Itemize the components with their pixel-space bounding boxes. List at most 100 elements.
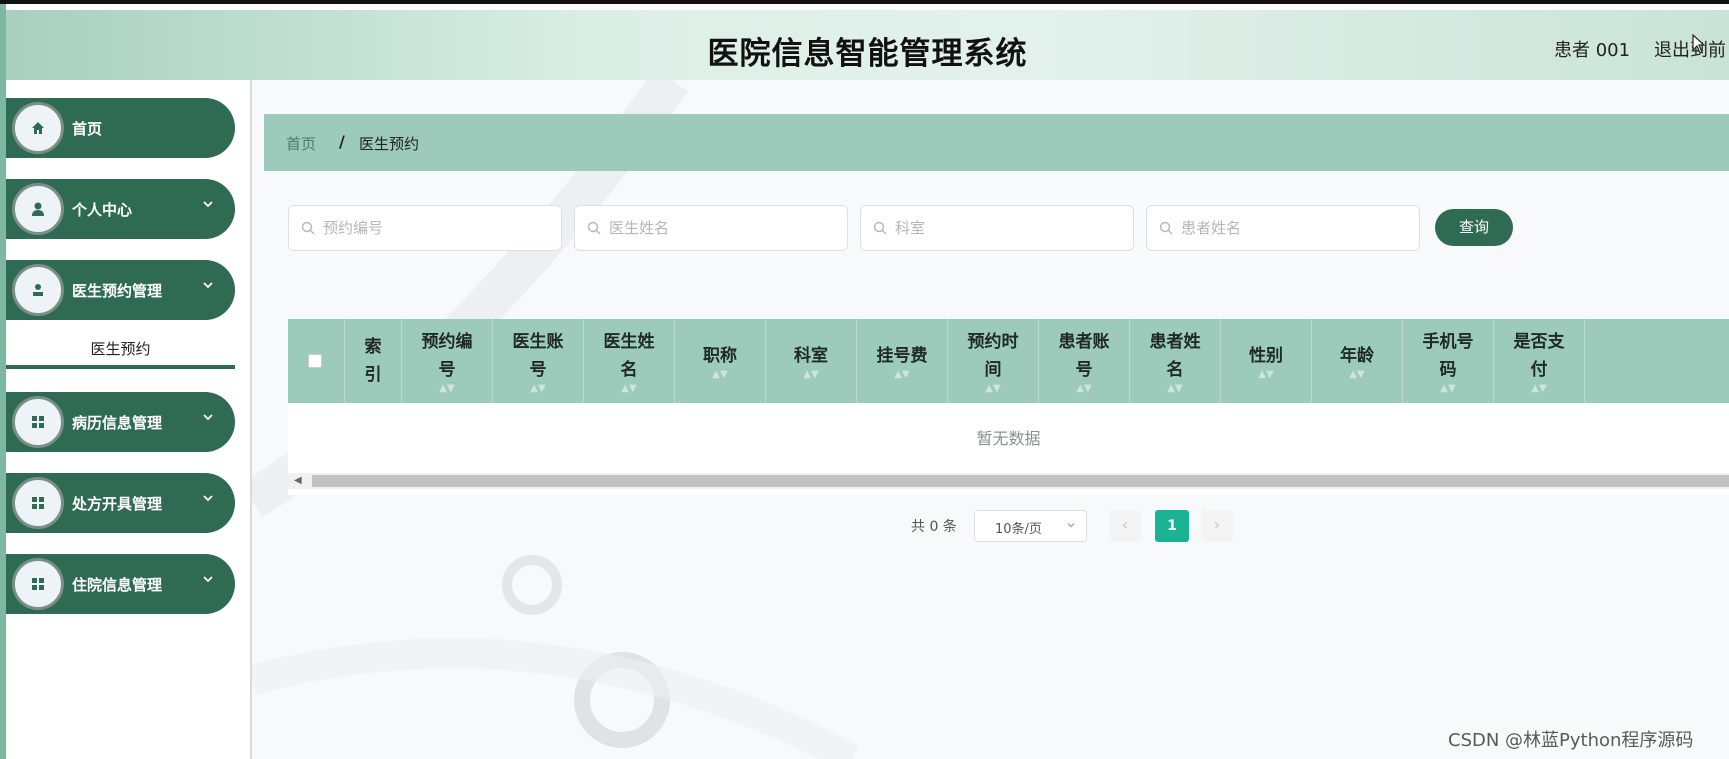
app-title: 医院信息智能管理系统 [707,36,1028,72]
breadcrumb-separator: / [339,132,345,151]
logout-link[interactable]: 退出到前 [1654,36,1726,62]
column-header-label: 科室 [794,346,828,366]
select-all-column [288,319,345,403]
sidebar-item-label: 处方开具管理 [72,495,163,513]
column-header-appointment-time[interactable]: 预约时间 ▲▼ [948,319,1039,403]
sidebar-item-prescription-management[interactable]: 处方开具管理 [6,473,235,533]
sidebar-item-label: 病历信息管理 [72,414,163,432]
sort-icon: ▲▼ [712,369,728,380]
doctor-name-search-field[interactable] [574,205,848,251]
next-page-button[interactable]: › [1201,510,1233,542]
column-header-appointment-number[interactable]: 预约编号 ▲▼ [402,319,493,403]
column-header-label: 性别 [1249,346,1283,366]
search-icon [301,221,315,235]
appointment-table: 索引 预约编号 ▲▼ 医生账号 ▲▼ 医生姓名 ▲▼ 职称 ▲▼ 科室 ▲▼ 挂… [288,319,1729,495]
column-header-doctor-account[interactable]: 医生账号 ▲▼ [493,319,584,403]
column-header-label: 预约编号 [421,332,473,380]
column-header-title[interactable]: 职称 ▲▼ [675,319,766,403]
current-user-label: 患者 001 [1554,40,1631,61]
grid-icon [12,558,64,610]
sidebar-subitem-doctor-appointment[interactable]: 医生预约 [6,328,235,368]
sidebar-item-personal-center[interactable]: 个人中心 [6,179,235,239]
appointment-number-input[interactable] [323,216,543,240]
column-header-label: 医生姓名 [603,332,655,380]
column-header-label: 医生账号 [512,332,564,380]
column-header-label: 患者姓名 [1149,332,1201,380]
sidebar-item-home[interactable]: 首页 [6,98,235,158]
column-header-payment-status[interactable]: 是否支付 ▲▼ [1494,319,1585,403]
prev-page-button[interactable]: ‹ [1109,510,1141,542]
appointment-number-search-field[interactable] [288,205,562,251]
pagination-total: 共 0 条 [911,519,957,535]
active-submenu-indicator [6,365,235,369]
column-header-label: 挂号费 [876,346,928,366]
mouse-cursor-icon [1692,34,1706,54]
department-input[interactable] [895,216,1115,240]
sort-icon: ▲▼ [621,383,637,394]
main-content: 首页 / 医生预约 查询 索引 预约编号 ▲▼ [252,80,1729,759]
column-header-phone-number[interactable]: 手机号码 ▲▼ [1403,319,1494,403]
sidebar-item-doctor-appointment-management[interactable]: 医生预约管理 [6,260,235,320]
sidebar-item-label: 个人中心 [72,201,133,219]
sort-icon: ▲▼ [1258,369,1274,380]
select-all-checkbox[interactable] [308,354,322,368]
app-header: 医院信息智能管理系统 患者 001 退出到前 [6,10,1729,80]
patient-name-search-field[interactable] [1146,205,1420,251]
sort-icon: ▲▼ [530,383,546,394]
query-button[interactable]: 查询 [1435,209,1513,246]
table-horizontal-scrollbar[interactable]: ◀ [288,473,1729,489]
column-header-index: 索引 [345,319,402,403]
search-icon [873,221,887,235]
sidebar-item-label: 住院信息管理 [72,576,163,594]
column-header-label: 患者账号 [1058,332,1110,380]
column-header-label: 索引 [364,337,382,385]
grid-icon [12,396,64,448]
column-header-patient-name[interactable]: 患者姓名 ▲▼ [1130,319,1221,403]
column-header-gender[interactable]: 性别 ▲▼ [1221,319,1312,403]
page-number-button[interactable]: 1 [1155,510,1189,542]
scroll-left-icon[interactable]: ◀ [294,475,302,486]
home-icon [12,102,64,154]
breadcrumb-home-link[interactable]: 首页 [286,133,316,154]
page-size-value: 10条/页 [995,522,1042,537]
column-header-patient-account[interactable]: 患者账号 ▲▼ [1039,319,1130,403]
page-size-select[interactable]: 10条/页 [974,510,1087,542]
table-empty-message: 暂无数据 [976,429,1041,448]
chevron-down-icon [203,201,213,208]
sidebar: 首页 个人中心 医生预约管理 医生预约 病历信息管理 处方开具管理 住院信息管理 [6,80,252,759]
column-header-registration-fee[interactable]: 挂号费 ▲▼ [857,319,948,403]
column-header-age[interactable]: 年龄 ▲▼ [1312,319,1403,403]
breadcrumb-current: 医生预约 [359,135,420,153]
column-header-doctor-name[interactable]: 医生姓名 ▲▼ [584,319,675,403]
sort-icon: ▲▼ [1076,383,1092,394]
scrollbar-thumb[interactable] [312,475,1729,487]
sort-icon: ▲▼ [803,369,819,380]
sort-icon: ▲▼ [894,369,910,380]
window-top-edge [0,0,1729,4]
patient-name-input[interactable] [1181,216,1401,240]
sidebar-item-hospitalization-management[interactable]: 住院信息管理 [6,554,235,614]
column-header-label: 预约时间 [967,332,1019,380]
breadcrumb: 首页 / 医生预约 [264,114,1729,171]
column-header-label: 是否支付 [1513,332,1565,380]
sidebar-item-medical-records-management[interactable]: 病历信息管理 [6,392,235,452]
chevron-down-icon [1067,523,1075,528]
column-header-department[interactable]: 科室 ▲▼ [766,319,857,403]
watermark-text: CSDN @林蓝Python程序源码 [1448,730,1694,751]
chevron-down-icon [203,576,213,583]
sort-icon: ▲▼ [1349,369,1365,380]
sort-icon: ▲▼ [985,383,1001,394]
department-search-field[interactable] [860,205,1134,251]
sort-icon: ▲▼ [1440,383,1456,394]
chevron-down-icon [203,495,213,502]
sort-icon: ▲▼ [439,383,455,394]
sort-icon: ▲▼ [1167,383,1183,394]
chevron-down-icon [203,414,213,421]
search-icon [1159,221,1173,235]
user-icon [12,183,64,235]
sort-icon: ▲▼ [1531,383,1547,394]
doctor-name-input[interactable] [609,216,829,240]
sidebar-item-label: 首页 [72,120,103,138]
chevron-down-icon [203,282,213,289]
column-header-label: 手机号码 [1422,332,1474,380]
